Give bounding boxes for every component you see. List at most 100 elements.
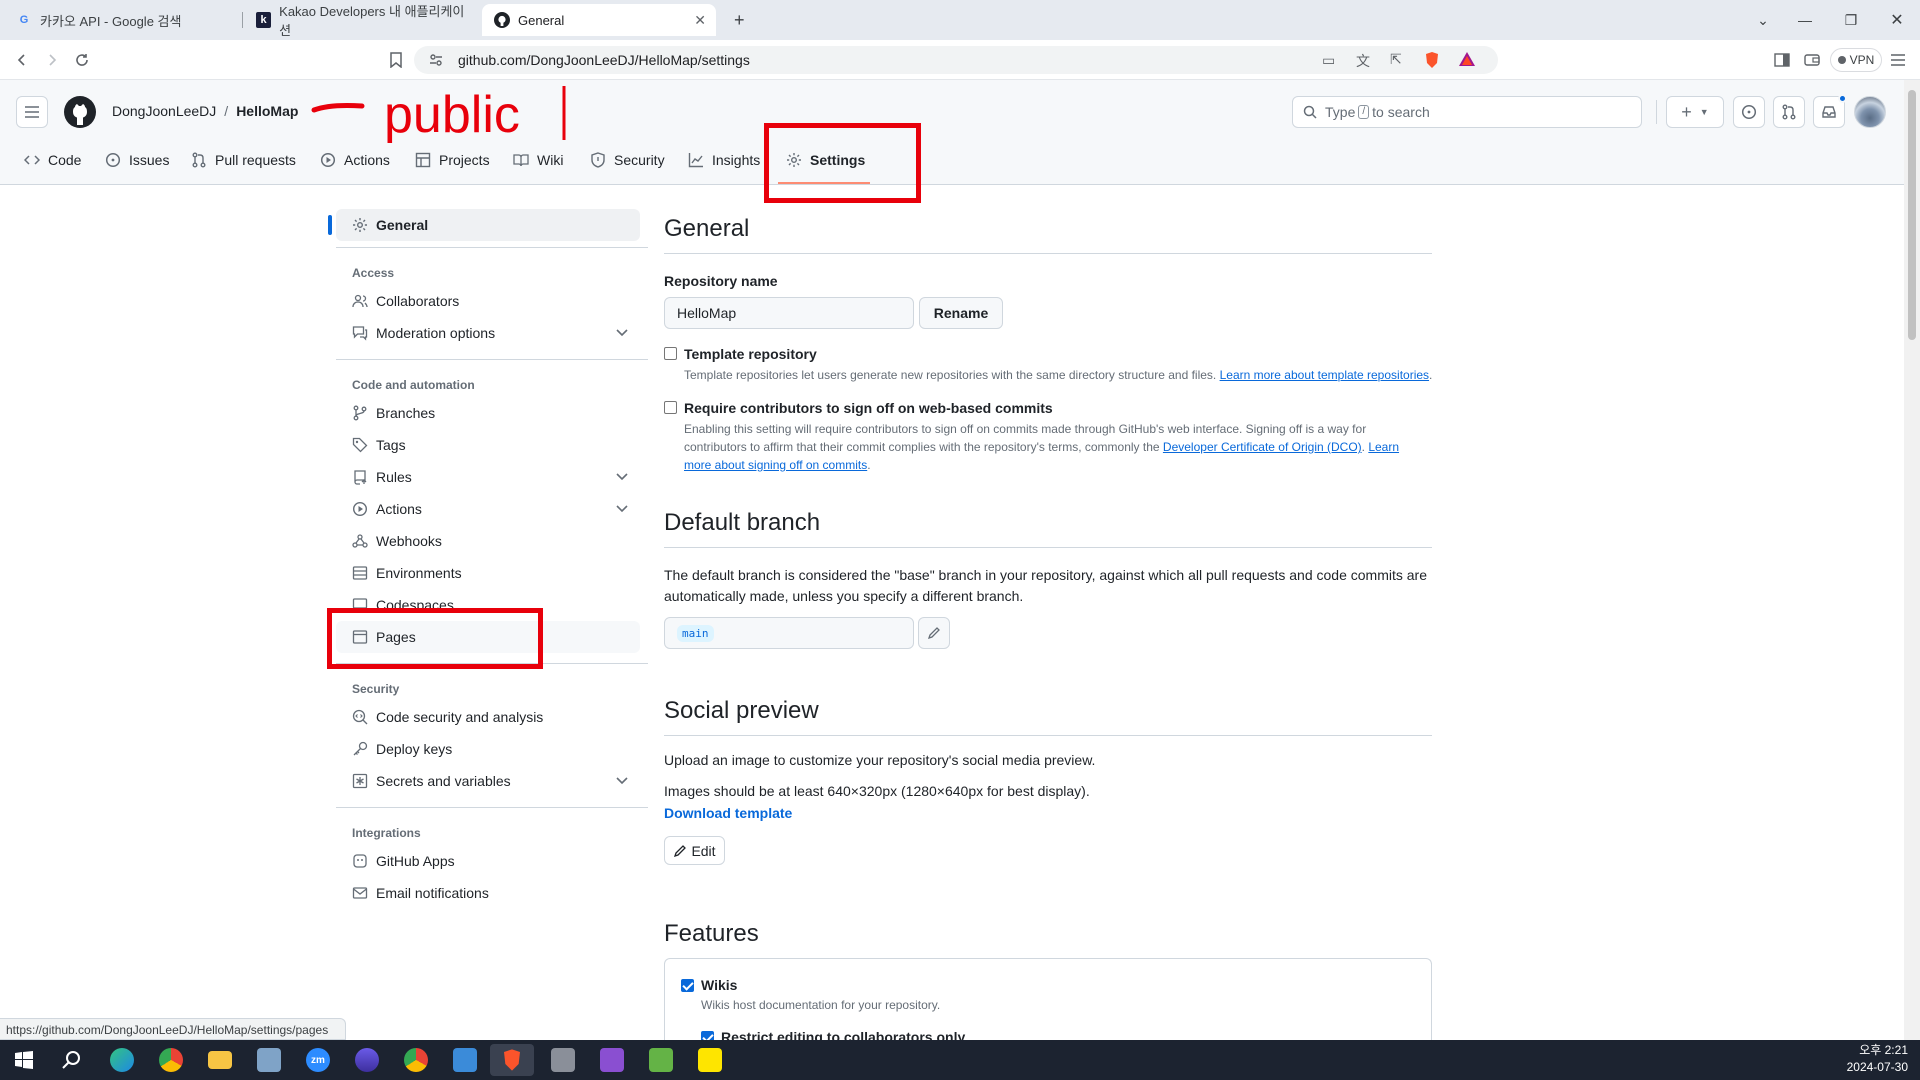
sidebar-item-general[interactable]: General <box>328 209 640 241</box>
tab-issues[interactable]: Issues <box>105 148 169 172</box>
pull-requests-button[interactable] <box>1773 96 1805 128</box>
browser-tab-google[interactable]: G 카카오 API - Google 검색 <box>4 4 240 36</box>
browser-menu-icon[interactable] <box>1886 48 1910 72</box>
tab-wiki[interactable]: Wiki <box>513 148 563 172</box>
taskbar-clock[interactable]: 오후 2:21 2024-07-30 <box>1847 1042 1908 1076</box>
minimize-button[interactable]: — <box>1782 0 1828 40</box>
snipping-tool-icon[interactable] <box>249 1044 289 1076</box>
sidebar-item-collaborators[interactable]: Collaborators <box>336 285 640 317</box>
tab-code[interactable]: Code <box>24 148 81 172</box>
share-icon[interactable]: ⇱ <box>1390 51 1402 68</box>
bookmark-icon[interactable] <box>384 48 408 72</box>
download-template-link[interactable]: Download template <box>664 805 792 821</box>
dco-link[interactable]: Developer Certificate of Origin (DCO) <box>1163 440 1362 454</box>
signoff-learn-more-link-cont[interactable]: more about signing off on commits <box>684 458 867 472</box>
sidebar-section-security: Security <box>352 682 400 696</box>
sidebar-item-webhooks[interactable]: Webhooks <box>336 525 640 557</box>
github-logo-icon[interactable] <box>64 96 96 128</box>
sidebar-section-code-automation: Code and automation <box>352 378 475 392</box>
tab-search-icon[interactable]: ⌄ <box>1740 0 1786 40</box>
tab-pull-requests[interactable]: Pull requests <box>191 148 296 172</box>
chrome-profile-icon[interactable] <box>396 1044 436 1076</box>
create-new-button[interactable]: + ▼ <box>1666 96 1724 128</box>
chrome-icon[interactable] <box>151 1044 191 1076</box>
sidebar-item-code-security[interactable]: Code security and analysis <box>336 701 640 733</box>
issues-button[interactable] <box>1733 96 1765 128</box>
scrollbar-thumb[interactable] <box>1908 90 1916 340</box>
social-preview-edit-button[interactable]: Edit <box>664 836 725 865</box>
sidebar-item-email-notifications[interactable]: Email notifications <box>336 877 640 909</box>
hamburger-menu-button[interactable] <box>16 96 48 128</box>
template-repository-checkbox[interactable] <box>664 347 677 360</box>
search-icon[interactable] <box>52 1044 92 1076</box>
tab-insights[interactable]: Insights <box>688 148 760 172</box>
sidebar-item-tags[interactable]: Tags <box>336 429 640 461</box>
sidebar-item-label: Branches <box>376 405 436 421</box>
repo-name-link[interactable]: HelloMap <box>236 103 298 119</box>
sidebar-item-rules[interactable]: Rules <box>336 461 640 493</box>
tab-security[interactable]: Security <box>590 148 665 172</box>
sidebar-item-secrets[interactable]: Secrets and variables <box>336 765 640 797</box>
search-input[interactable]: Type / to search <box>1292 96 1642 128</box>
app-blue-icon[interactable] <box>445 1044 485 1076</box>
tab-actions[interactable]: Actions <box>320 148 390 172</box>
template-learn-more-link[interactable]: Learn more about template repositories <box>1220 368 1429 382</box>
forward-icon[interactable] <box>40 48 64 72</box>
webhook-icon <box>352 534 368 548</box>
repo-name-input[interactable]: HelloMap <box>664 297 914 329</box>
vpn-status-icon <box>1837 56 1846 64</box>
reload-icon[interactable] <box>70 48 94 72</box>
sidebar-item-environments[interactable]: Environments <box>336 557 640 589</box>
people-icon <box>352 294 368 308</box>
cast-icon[interactable]: ▭ <box>1322 52 1335 69</box>
tab-label: Code <box>48 152 82 168</box>
avatar[interactable] <box>1854 96 1886 128</box>
close-tab-icon[interactable]: ✕ <box>694 12 706 29</box>
file-explorer-icon[interactable] <box>200 1044 240 1076</box>
brave-browser-icon[interactable] <box>490 1044 534 1076</box>
brave-shield-icon[interactable] <box>1424 51 1440 69</box>
edit-branch-button[interactable] <box>918 617 950 649</box>
new-tab-button[interactable]: + <box>722 4 752 36</box>
translate-icon[interactable]: 文 <box>1356 51 1370 71</box>
page-scrollbar[interactable] <box>1904 80 1920 1040</box>
back-icon[interactable] <box>10 48 34 72</box>
vpn-app-icon[interactable] <box>347 1044 387 1076</box>
rename-button[interactable]: Rename <box>919 297 1003 329</box>
restore-button[interactable]: ❐ <box>1828 0 1874 40</box>
sidebar-item-deploy-keys[interactable]: Deploy keys <box>336 733 640 765</box>
tab-projects[interactable]: Projects <box>415 148 490 172</box>
brave-rewards-icon[interactable] <box>1458 51 1476 67</box>
chevron-down-icon[interactable] <box>616 329 628 337</box>
wallet-icon[interactable] <box>1800 48 1824 72</box>
sidebar-item-github-apps[interactable]: GitHub Apps <box>336 845 640 877</box>
signoff-learn-more-link[interactable]: Learn <box>1368 440 1399 454</box>
vpn-button[interactable]: VPN <box>1830 48 1882 72</box>
notepad-icon[interactable] <box>641 1044 681 1076</box>
address-bar[interactable]: github.com/DongJoonLeeDJ/HelloMap/settin… <box>414 46 1498 74</box>
browser-tab-github-active[interactable]: General ✕ <box>482 4 716 36</box>
windows-start-icon[interactable] <box>4 1044 44 1076</box>
signoff-checkbox[interactable] <box>664 401 677 414</box>
wikis-checkbox[interactable] <box>681 979 694 992</box>
app-gray-icon[interactable] <box>543 1044 583 1076</box>
zoom-icon[interactable]: zm <box>298 1044 338 1076</box>
repo-owner-link[interactable]: DongJoonLeeDJ <box>112 103 216 119</box>
browser-tab-kakao[interactable]: k Kakao Developers 내 애플리케이션 <box>244 4 478 38</box>
sidebar-item-label: General <box>376 217 429 233</box>
inbox-button[interactable] <box>1813 94 1847 128</box>
default-branch-field: main <box>664 617 914 649</box>
sidebar-item-moderation[interactable]: Moderation options <box>336 317 640 349</box>
chevron-down-icon[interactable] <box>616 505 628 513</box>
chevron-down-icon[interactable] <box>616 473 628 481</box>
site-info-icon[interactable] <box>428 52 444 68</box>
tab-label: Actions <box>344 152 390 168</box>
visual-studio-icon[interactable] <box>592 1044 632 1076</box>
close-window-button[interactable]: ✕ <box>1874 0 1920 40</box>
sidebar-item-branches[interactable]: Branches <box>336 397 640 429</box>
chevron-down-icon[interactable] <box>616 777 628 785</box>
edge-icon[interactable] <box>102 1044 142 1076</box>
sidebar-toggle-icon[interactable] <box>1770 48 1794 72</box>
kakaotalk-icon[interactable] <box>690 1044 730 1076</box>
sidebar-item-actions[interactable]: Actions <box>336 493 640 525</box>
